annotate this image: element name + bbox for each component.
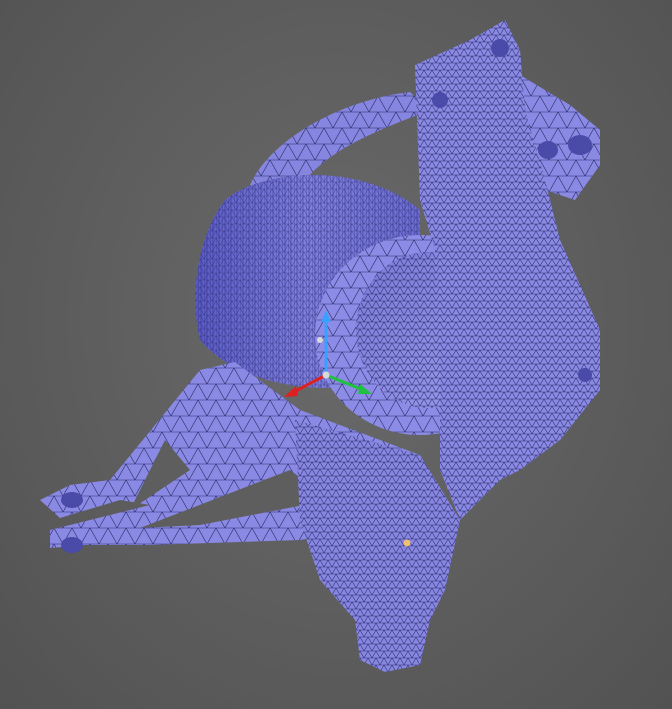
vertical-plate[interactable] — [415, 20, 600, 520]
pivot-point — [317, 337, 323, 343]
x-arrow-icon — [284, 386, 298, 397]
lower-body[interactable] — [295, 420, 460, 672]
3d-viewport[interactable] — [0, 0, 672, 709]
selection-marker[interactable] — [403, 539, 411, 547]
axis-origin — [322, 371, 330, 379]
mesh-model-view[interactable] — [0, 0, 672, 709]
